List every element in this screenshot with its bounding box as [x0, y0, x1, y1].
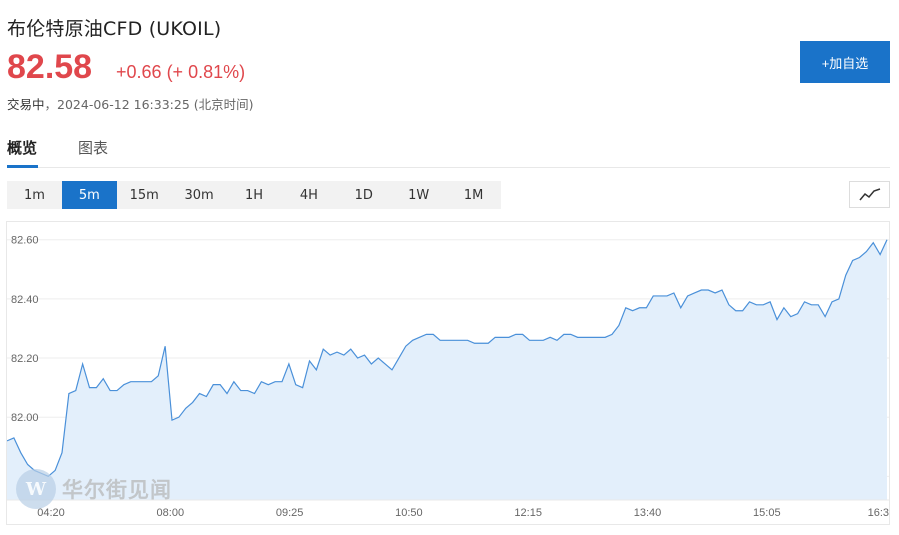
- instrument-symbol: (UKOIL): [148, 18, 222, 40]
- interval-4h[interactable]: 4H: [281, 181, 336, 209]
- active-tab-indicator: [7, 165, 38, 168]
- line-chart-icon: [858, 187, 880, 200]
- tab-overview[interactable]: 概览: [7, 137, 37, 158]
- change-value: +0.66: [116, 62, 162, 82]
- interval-1d[interactable]: 1D: [336, 181, 391, 209]
- interval-15m[interactable]: 15m: [117, 181, 172, 209]
- interval-1m[interactable]: 1m: [7, 181, 62, 209]
- last-price: 82.58: [7, 48, 93, 86]
- instrument-name: 布伦特原油CFD: [7, 18, 143, 40]
- market-status: 交易中，2024-06-12 16:33:25 (北京时间): [7, 97, 254, 112]
- chart-type-button[interactable]: [849, 181, 890, 208]
- instrument-title: 布伦特原油CFD (UKOIL): [7, 14, 221, 41]
- add-to-watchlist-button[interactable]: +加自选: [800, 41, 890, 83]
- tab-bar: 概览 图表: [7, 128, 890, 168]
- quote-timestamp: 2024-06-12 16:33:25: [57, 97, 190, 112]
- price-change: +0.66 (+ 0.81%): [116, 62, 245, 83]
- watermark-text: 华尔街见闻: [62, 477, 172, 502]
- watermark-logo-icon: W: [16, 469, 56, 509]
- interval-5m[interactable]: 5m: [61, 181, 117, 209]
- x-tick-label: 16:3: [868, 507, 889, 519]
- price-area: [7, 239, 887, 501]
- x-tick-label: 15:05: [753, 507, 781, 519]
- y-tick-label: 82.20: [11, 353, 39, 365]
- interval-1h[interactable]: 1H: [227, 181, 282, 209]
- x-tick-label: 12:15: [514, 507, 542, 519]
- interval-30m[interactable]: 30m: [172, 181, 227, 209]
- interval-1mo[interactable]: 1M: [446, 181, 501, 209]
- trading-status: 交易中: [7, 97, 45, 112]
- interval-selector: 1m 5m 15m 30m 1H 4H 1D 1W 1M: [7, 181, 501, 209]
- watermark: W 华尔街见闻: [16, 469, 172, 509]
- change-percent: (+ 0.81%): [166, 62, 246, 82]
- x-tick-label: 13:40: [634, 507, 662, 519]
- x-tick-label: 09:25: [276, 507, 304, 519]
- y-tick-label: 82.60: [11, 235, 39, 247]
- interval-1w[interactable]: 1W: [391, 181, 446, 209]
- x-tick-label: 10:50: [395, 507, 423, 519]
- y-tick-label: 82.40: [11, 294, 39, 306]
- tab-chart[interactable]: 图表: [78, 137, 108, 158]
- timezone-label: (北京时间): [193, 97, 254, 112]
- y-tick-label: 82.00: [11, 412, 39, 424]
